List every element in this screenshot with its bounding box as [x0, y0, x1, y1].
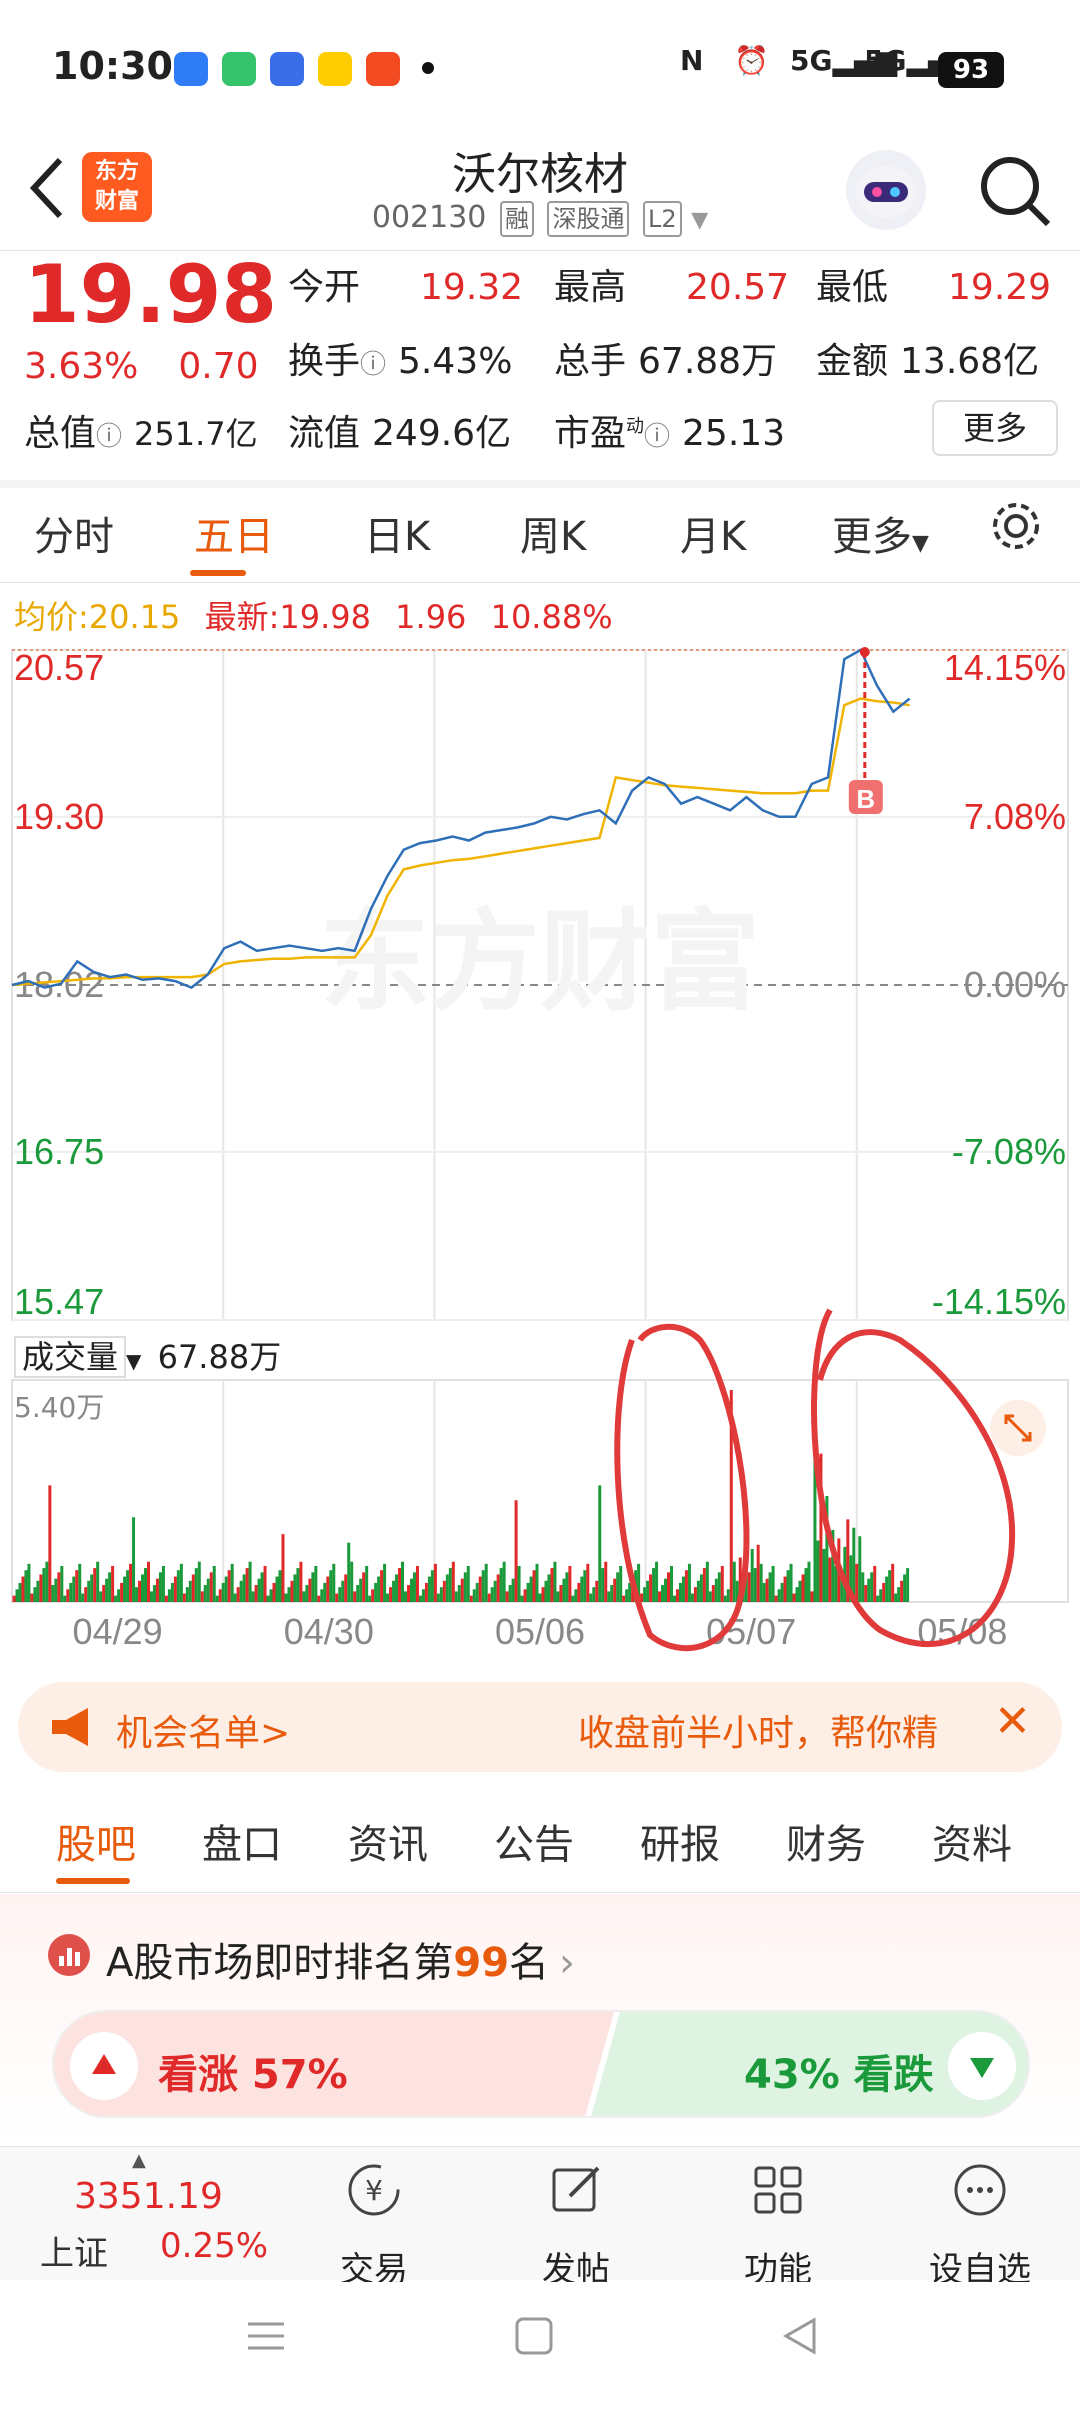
more-notifications-icon: [422, 62, 434, 74]
more-button[interactable]: 更多: [932, 400, 1058, 456]
app-notification-icon: [270, 52, 304, 86]
y-left-tick: 16.75: [14, 1131, 104, 1172]
alarm-icon: ⏰: [734, 44, 769, 77]
high-point-dot: [859, 647, 870, 657]
tab-intraday[interactable]: 分时: [34, 504, 114, 562]
price-change: 3.63% 0.70: [24, 346, 259, 387]
tab-news[interactable]: 资讯: [348, 1812, 428, 1870]
app-notification-icon: [222, 52, 256, 86]
index-name[interactable]: 上证: [40, 2226, 108, 2275]
active-tab-indicator: [190, 570, 246, 576]
content-tabs: 股吧 盘口 资讯 公告 研报 财务 资料: [0, 1800, 1080, 1892]
volume-field: 总手 67.88万: [554, 341, 778, 382]
tab-monthly-k[interactable]: 月K: [680, 504, 746, 562]
functions-grid-icon[interactable]: [748, 2160, 808, 2220]
robot-assistant-icon[interactable]: [846, 150, 926, 230]
expand-icon[interactable]: [990, 1400, 1046, 1456]
sentiment-vote-bar: 看涨 57% 43% 看跌: [52, 2010, 1030, 2118]
pe-field: 市盈动ⓘ 25.13: [554, 413, 786, 454]
buy-marker-label: B: [856, 784, 875, 814]
more-options-icon[interactable]: [950, 2160, 1010, 2220]
low-field: 最低 19.29: [816, 267, 1052, 308]
tag-connect: 深股通: [547, 201, 630, 237]
y-right-tick: 0.00%: [964, 964, 1066, 1005]
battery-indicator: 93: [938, 52, 1004, 88]
tag-margin: 融: [499, 201, 534, 237]
settings-gear-icon[interactable]: [988, 498, 1044, 564]
index-pct[interactable]: 0.25%: [160, 2226, 268, 2266]
volume-max-label: 5.40万: [14, 1391, 105, 1424]
tag-l2: L2: [643, 201, 682, 237]
high-field: 最高 20.57: [554, 267, 790, 308]
vote-down-button[interactable]: [948, 2032, 1016, 2100]
tab-pankou[interactable]: 盘口: [202, 1812, 282, 1870]
volume-frame: [11, 1379, 1069, 1603]
promo-banner[interactable]: 机会名单> 收盘前半小时，帮你精 ✕: [18, 1682, 1062, 1772]
trade-yen-icon[interactable]: ¥: [344, 2160, 404, 2220]
megaphone-icon: [48, 1704, 98, 1750]
tab-daily-k[interactable]: 日K: [364, 504, 430, 562]
close-icon[interactable]: ✕: [994, 1696, 1031, 1747]
float-cap-field: 流值 249.6亿: [288, 413, 512, 454]
content-tabs-divider: [0, 1892, 1080, 1893]
x-date-label: 04/29: [73, 1611, 163, 1652]
vote-down-label: 43% 看跌: [744, 2052, 934, 2098]
x-date-label: 05/07: [706, 1611, 796, 1652]
banner-right-text[interactable]: 收盘前半小时，帮你精: [578, 1704, 988, 1756]
system-nav-bar: [0, 2282, 1080, 2412]
stock-code: 002130: [371, 200, 487, 235]
section-divider: [0, 480, 1080, 488]
index-value[interactable]: 3351.19: [74, 2176, 223, 2217]
y-right-tick: -14.15%: [932, 1281, 1066, 1322]
y-left-tick: 19.30: [14, 796, 104, 837]
tab-more[interactable]: 更多▼: [832, 504, 929, 562]
tab-guba[interactable]: 股吧: [56, 1812, 136, 1870]
tab-weekly-k[interactable]: 周K: [520, 504, 586, 562]
app-notification-icon: [366, 52, 400, 86]
tab-announcements[interactable]: 公告: [494, 1812, 574, 1870]
active-content-tab-indicator: [56, 1878, 130, 1884]
status-bar: 10:30 N ⏰ 5G▂▄▆ 5G▂▄▆ 93: [0, 0, 1080, 140]
turnover-field: 换手ⓘ 5.43%: [288, 341, 513, 382]
chart-rank-icon: [48, 1934, 90, 1976]
chart-info-line: 均价:20.15 最新:19.98 1.96 10.88%: [14, 598, 613, 636]
app-notification-icon: [174, 52, 208, 86]
menu-icon[interactable]: [246, 2316, 286, 2360]
y-left-tick: 15.47: [14, 1281, 104, 1322]
y-right-tick: 7.08%: [964, 796, 1066, 837]
y-right-tick: 14.15%: [944, 647, 1066, 688]
vote-up-label: 看涨 57%: [158, 2052, 348, 2098]
tab-profile[interactable]: 资料: [932, 1812, 1012, 1870]
open-field: 今开 19.32: [288, 267, 524, 308]
chart-tabs: 分时 五日 日K 周K 月K 更多▼: [0, 488, 1080, 582]
banner-left-text[interactable]: 机会名单>: [116, 1704, 290, 1756]
amount-field: 金额 13.68亿: [816, 341, 1040, 382]
tab-research[interactable]: 研报: [640, 1812, 720, 1870]
y-right-tick: -7.08%: [952, 1131, 1066, 1172]
status-time: 10:30: [52, 44, 173, 88]
x-date-label: 05/06: [495, 1611, 585, 1652]
app-notification-icon: [318, 52, 352, 86]
current-price: 19.98: [24, 248, 278, 341]
tab-finance[interactable]: 财务: [786, 1812, 866, 1870]
dropdown-arrow-icon: ▼: [691, 208, 709, 233]
back-icon[interactable]: [780, 2316, 820, 2360]
watermark-logo: 东方财富: [320, 901, 760, 1024]
index-up-arrow-icon: ▲: [132, 2150, 146, 2171]
nfc-icon: N: [680, 44, 704, 77]
tabs-divider: [0, 582, 1080, 583]
five-day-chart[interactable]: 东方财富 20.57 14.15%19.30 7.08%18.02 0.00%16.7…: [0, 640, 1080, 1680]
x-date-label: 04/30: [284, 1611, 374, 1652]
home-icon[interactable]: [514, 2316, 554, 2360]
search-icon[interactable]: [974, 150, 1054, 230]
y-left-tick: 20.57: [14, 647, 104, 688]
tab-five-day[interactable]: 五日: [194, 504, 274, 562]
market-cap-field: 总值ⓘ 251.7亿: [24, 413, 258, 454]
svg-text:¥: ¥: [365, 2174, 383, 2207]
vote-up-button[interactable]: [70, 2032, 138, 2100]
market-rank-text[interactable]: A股市场即时排名第99名 ›: [106, 1930, 575, 1988]
volume-label[interactable]: 成交量 ▼ 67.88万: [14, 1332, 281, 1378]
post-edit-icon[interactable]: [546, 2160, 606, 2220]
